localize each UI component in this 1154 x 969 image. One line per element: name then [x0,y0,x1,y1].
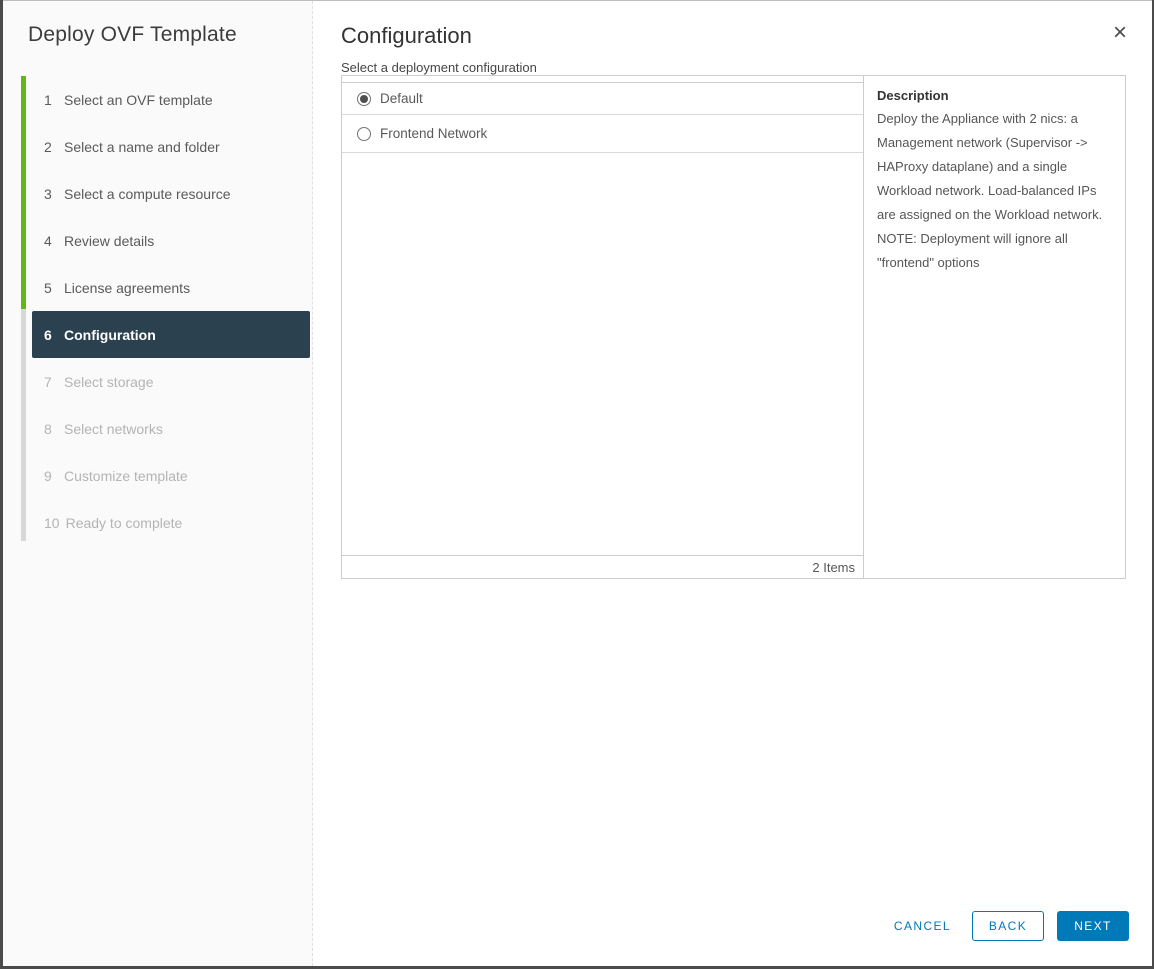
dialog-title: Deploy OVF Template [28,23,237,47]
grid-item-count: 2 Items [342,555,863,578]
configuration-datagrid: Default Frontend Network 2 Items Descrip… [341,75,1126,579]
wizard-step-5-license-agreements[interactable]: 5 License agreements [3,264,312,311]
wizard-step-9-customize-template[interactable]: 9 Customize template [3,452,312,499]
configuration-options-grid: Default Frontend Network 2 Items [342,76,864,578]
radio-button-default[interactable] [357,92,371,106]
step-number: 3 [44,186,58,202]
radio-button-frontend-network[interactable] [357,127,371,141]
wizard-step-4-review-details[interactable]: 4 Review details [3,217,312,264]
wizard-step-6-configuration-active[interactable]: 6 Configuration [32,311,310,358]
step-label: License agreements [64,280,190,296]
cancel-button[interactable]: CANCEL [886,911,959,941]
next-button[interactable]: NEXT [1057,911,1129,941]
option-label: Default [380,91,423,106]
grid-header-strip [342,76,863,83]
description-body: Deploy the Appliance with 2 nics: a Mana… [877,107,1112,275]
wizard-step-10-ready-to-complete[interactable]: 10 Ready to complete [3,499,312,546]
wizard-steps-sidebar: Deploy OVF Template 1 Select an OVF temp… [3,1,313,966]
step-number: 1 [44,92,58,108]
step-label: Select a name and folder [64,139,220,155]
page-subtitle: Select a deployment configuration [341,60,537,75]
step-number: 4 [44,233,58,249]
back-button[interactable]: BACK [972,911,1044,941]
step-label: Configuration [64,327,156,343]
step-number: 10 [44,515,60,531]
step-number: 5 [44,280,58,296]
wizard-step-list: 1 Select an OVF template 2 Select a name… [3,76,312,546]
step-number: 2 [44,139,58,155]
configuration-step-panel: Configuration Select a deployment config… [313,1,1152,966]
description-title: Description [877,85,1112,107]
step-label: Select an OVF template [64,92,213,108]
step-label: Ready to complete [66,515,183,531]
radio-dot [360,95,368,103]
step-number: 9 [44,468,58,484]
step-label: Select networks [64,421,163,437]
deploy-ovf-template-dialog: Deploy OVF Template 1 Select an OVF temp… [3,0,1152,966]
wizard-step-7-select-storage[interactable]: 7 Select storage [3,358,312,405]
description-panel: Description Deploy the Appliance with 2 … [864,76,1125,578]
wizard-step-1-select-ovf-template[interactable]: 1 Select an OVF template [3,76,312,123]
close-icon[interactable]: × [1106,19,1134,47]
wizard-step-2-select-name-folder[interactable]: 2 Select a name and folder [3,123,312,170]
step-number: 8 [44,421,58,437]
option-row-default[interactable]: Default [342,83,863,115]
option-label: Frontend Network [380,126,487,141]
step-number: 7 [44,374,58,390]
page-title: Configuration [341,23,472,49]
wizard-action-bar: CANCEL BACK NEXT [886,911,1129,941]
step-label: Review details [64,233,154,249]
step-number: 6 [44,327,58,343]
option-row-frontend-network[interactable]: Frontend Network [342,115,863,153]
step-label: Select a compute resource [64,186,231,202]
step-label: Customize template [64,468,188,484]
wizard-step-3-select-compute-resource[interactable]: 3 Select a compute resource [3,170,312,217]
step-label: Select storage [64,374,154,390]
wizard-step-8-select-networks[interactable]: 8 Select networks [3,405,312,452]
